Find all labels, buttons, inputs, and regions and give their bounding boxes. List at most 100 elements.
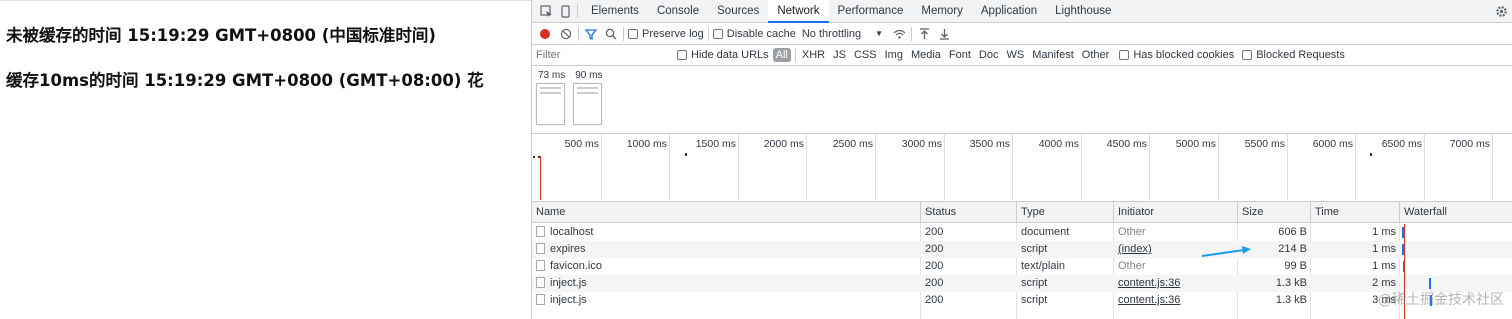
screenshot-frame[interactable]: 90 ms bbox=[573, 69, 602, 125]
file-icon bbox=[536, 294, 545, 305]
filter-type-xhr[interactable]: XHR bbox=[798, 49, 829, 61]
timeline-tick-label: 2000 ms bbox=[763, 138, 804, 150]
cell-time: 1 ms bbox=[1372, 226, 1396, 238]
tab-memory[interactable]: Memory bbox=[912, 0, 972, 23]
column-header-initiator[interactable]: Initiator bbox=[1114, 202, 1238, 223]
timeline-tick-label: 3500 ms bbox=[969, 138, 1010, 150]
table-row[interactable]: inject.js 200 script content.js:36 1.3 kB 2 m… bbox=[532, 275, 1512, 292]
cell-size: 1.3 kB bbox=[1275, 277, 1307, 289]
timeline-tick: 5500 ms bbox=[1245, 134, 1288, 202]
search-icon[interactable] bbox=[603, 26, 619, 42]
cell-initiator[interactable]: content.js:36 bbox=[1114, 275, 1238, 292]
blocked-requests-label: Blocked Requests bbox=[1256, 49, 1345, 61]
filter-type-css[interactable]: CSS bbox=[850, 49, 881, 61]
filter-type-media[interactable]: Media bbox=[907, 49, 945, 61]
import-har-icon[interactable] bbox=[916, 26, 932, 42]
cell-time: 1 ms bbox=[1372, 243, 1396, 255]
table-row[interactable]: inject.js 200 script content.js:36 1.3 kB 3 m… bbox=[532, 292, 1512, 309]
record-icon[interactable] bbox=[537, 26, 553, 42]
filter-type-font[interactable]: Font bbox=[945, 49, 975, 61]
tab-sources[interactable]: Sources bbox=[708, 0, 768, 23]
has-blocked-cookies-checkbox[interactable]: Has blocked cookies bbox=[1119, 49, 1234, 61]
column-header-size[interactable]: Size bbox=[1238, 202, 1311, 223]
screenshot-frame[interactable]: 73 ms bbox=[536, 69, 565, 125]
dropdown-triangle-icon: ▼ bbox=[875, 29, 884, 38]
screenshots-strip: 73 ms 90 ms bbox=[532, 66, 1512, 134]
table-row[interactable]: favicon.ico 200 text/plain Other 99 B 1 ms bbox=[532, 258, 1512, 275]
request-name: inject.js bbox=[550, 294, 587, 306]
filter-separator bbox=[794, 48, 796, 62]
cell-status: 200 bbox=[925, 243, 944, 255]
cell-type: script bbox=[1021, 277, 1048, 289]
preserve-log-label: Preserve log bbox=[642, 27, 704, 40]
tab-network[interactable]: Network bbox=[768, 0, 829, 23]
request-mark bbox=[685, 153, 687, 156]
filter-type-img[interactable]: Img bbox=[881, 49, 907, 61]
cell-name[interactable]: inject.js bbox=[532, 292, 921, 309]
timeline-tick-label: 4500 ms bbox=[1106, 138, 1147, 150]
cell-time: 1 ms bbox=[1372, 260, 1396, 272]
timeline-tick-label: 1500 ms bbox=[695, 138, 736, 150]
timeline-tick-label: 6500 ms bbox=[1381, 138, 1422, 150]
filter-input[interactable] bbox=[536, 46, 671, 64]
filter-type-doc[interactable]: Doc bbox=[975, 49, 1003, 61]
tab-application[interactable]: Application bbox=[972, 0, 1046, 23]
network-conditions-wifi-icon[interactable] bbox=[891, 26, 907, 42]
screenshot-thumbnail bbox=[536, 83, 565, 125]
timeline-tick-label: 5000 ms bbox=[1175, 138, 1216, 150]
filter-type-js[interactable]: JS bbox=[829, 49, 850, 61]
timeline-tick: 7000 ms bbox=[1450, 134, 1493, 202]
cell-name[interactable]: inject.js bbox=[532, 275, 921, 292]
cell-name[interactable]: favicon.ico bbox=[532, 258, 921, 275]
annotation-arrow bbox=[1201, 246, 1251, 257]
tab-console[interactable]: Console bbox=[648, 0, 708, 23]
file-icon bbox=[536, 260, 545, 271]
cell-name[interactable]: localhost bbox=[532, 224, 921, 241]
timeline-tick: 3500 ms bbox=[970, 134, 1013, 202]
timeline-tick: 6000 ms bbox=[1313, 134, 1356, 202]
throttling-value: No throttling bbox=[801, 27, 862, 40]
devtools-tab-bar: Elements Console Sources Network Perform… bbox=[532, 0, 1512, 23]
preserve-log-checkbox[interactable]: Preserve log bbox=[628, 28, 704, 40]
column-header-time[interactable]: Time bbox=[1311, 202, 1400, 223]
clear-icon[interactable] bbox=[558, 26, 574, 42]
device-toolbar-icon[interactable] bbox=[557, 3, 573, 19]
uncached-time-text: 未被缓存的时间 15:19:29 GMT+0800 (中国标准时间) bbox=[6, 26, 436, 45]
cell-status: 200 bbox=[925, 294, 944, 306]
export-har-icon[interactable] bbox=[936, 26, 952, 42]
tab-performance[interactable]: Performance bbox=[829, 0, 913, 23]
settings-gear-icon[interactable] bbox=[1493, 3, 1509, 19]
network-filter-bar: Hide data URLs All XHR JS CSS Img Media … bbox=[532, 45, 1512, 66]
inspect-element-icon[interactable] bbox=[538, 3, 554, 19]
tab-lighthouse[interactable]: Lighthouse bbox=[1046, 0, 1120, 23]
cell-status: 200 bbox=[925, 226, 944, 238]
column-header-type[interactable]: Type bbox=[1017, 202, 1114, 223]
timeline-overview[interactable]: 500 ms 1000 ms 1500 ms 2000 ms 2500 ms 3000 m… bbox=[532, 134, 1512, 202]
blocked-requests-checkbox[interactable]: Blocked Requests bbox=[1242, 49, 1345, 61]
hide-data-urls-checkbox[interactable]: Hide data URLs bbox=[677, 49, 769, 61]
cell-initiator[interactable]: content.js:36 bbox=[1114, 292, 1238, 309]
request-name: favicon.ico bbox=[550, 260, 602, 272]
table-row[interactable]: expires 200 script (index) 214 B1 ms bbox=[532, 241, 1512, 258]
throttling-select[interactable]: No throttling ▼ bbox=[802, 28, 883, 40]
column-header-waterfall[interactable]: Waterfall bbox=[1400, 202, 1512, 223]
timeline-tick-label: 1000 ms bbox=[626, 138, 667, 150]
request-name: localhost bbox=[550, 226, 594, 238]
page-content: 未被缓存的时间 15:19:29 GMT+0800 (中国标准时间) 缓存10m… bbox=[0, 0, 531, 319]
filter-type-ws[interactable]: WS bbox=[1002, 49, 1028, 61]
timeline-tick: 1500 ms bbox=[696, 134, 739, 202]
table-row[interactable]: localhost 200 document Other 606 B 1 ms bbox=[532, 224, 1512, 241]
tab-elements[interactable]: Elements bbox=[582, 0, 648, 23]
column-header-status[interactable]: Status bbox=[921, 202, 1017, 223]
hide-data-urls-label: Hide data URLs bbox=[691, 49, 769, 61]
filter-type-all[interactable]: All bbox=[772, 48, 791, 62]
filter-type-manifest[interactable]: Manifest bbox=[1028, 49, 1078, 61]
timeline-tick: 2000 ms bbox=[764, 134, 807, 202]
filter-type-other[interactable]: Other bbox=[1078, 49, 1114, 61]
timeline-tick-label: 7000 ms bbox=[1449, 138, 1490, 150]
filter-funnel-icon[interactable] bbox=[583, 26, 599, 42]
cell-name[interactable]: expires bbox=[532, 241, 921, 258]
column-header-name[interactable]: Name bbox=[532, 202, 921, 223]
disable-cache-checkbox[interactable]: Disable cache bbox=[712, 28, 796, 40]
screenshot-time: 73 ms bbox=[538, 70, 566, 81]
